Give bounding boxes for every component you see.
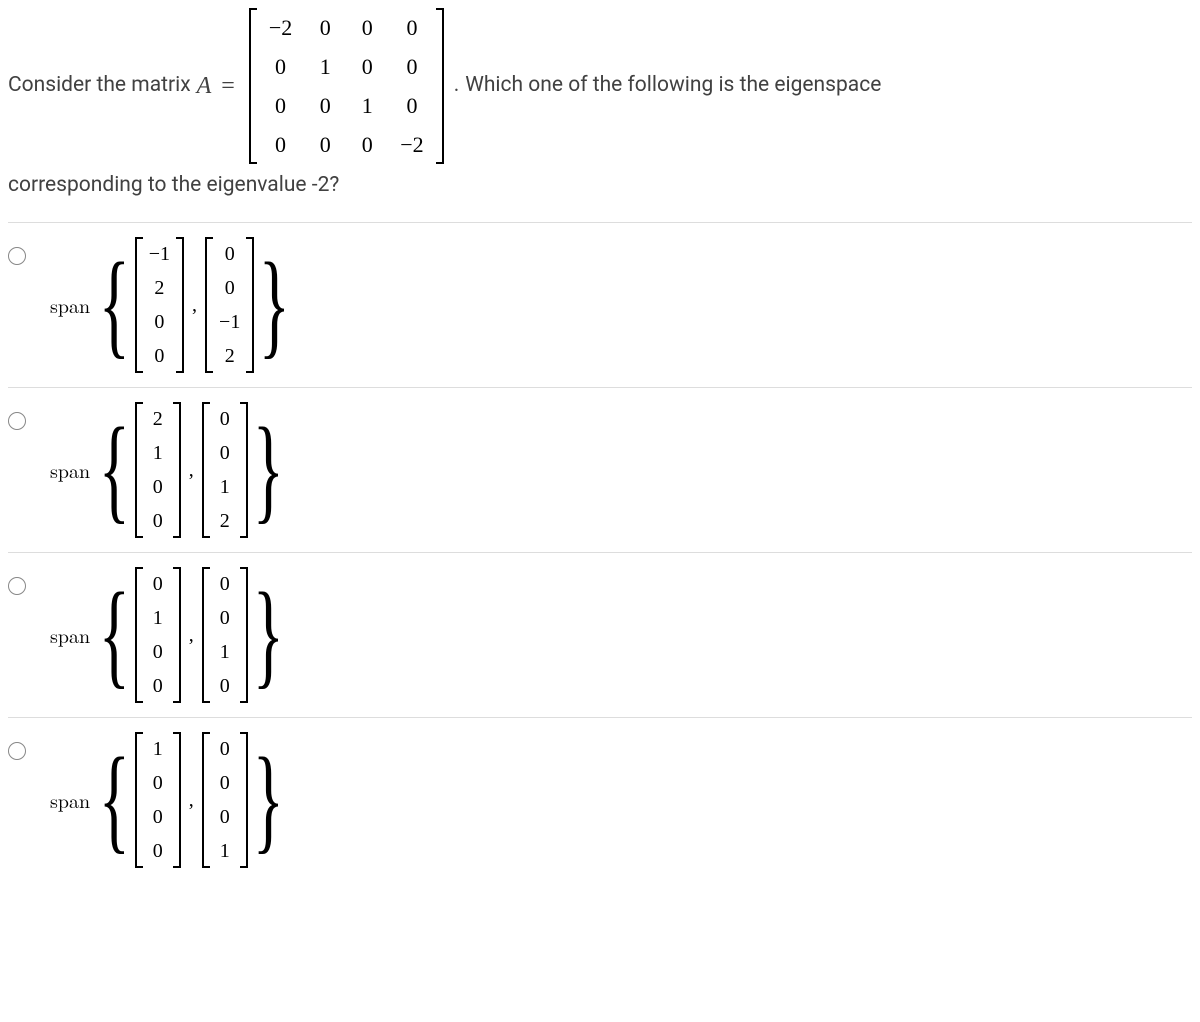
option-2-vector-2: 0012	[202, 402, 248, 538]
option-4-vector-2: 0001	[202, 732, 248, 868]
question-stem: Consider the matrix A = −2000 0100 0010 …	[8, 8, 1192, 202]
options-list: span { −1200 , 00−12 } span { 2100	[8, 222, 1192, 882]
option-1[interactable]: span { −1200 , 00−12 }	[8, 222, 1192, 387]
curly-left-icon: {	[99, 584, 130, 684]
comma: ,	[192, 290, 197, 320]
option-2-expr: span { 2100 , 0012 }	[50, 402, 284, 538]
span-label: span	[50, 455, 90, 485]
option-4-vector-1: 1000	[135, 732, 181, 868]
curly-right-icon: }	[253, 749, 284, 849]
matrix-A-table: −2000 0100 0010 000−2	[257, 8, 436, 164]
curly-left-icon: {	[99, 419, 130, 519]
question-period: .	[454, 70, 460, 102]
span-label: span	[50, 620, 90, 650]
question-rest: Which one of the following is the eigens…	[465, 70, 881, 102]
option-3-vector-1: 0100	[135, 567, 181, 703]
comma: ,	[189, 455, 194, 485]
matrix-A: −2000 0100 0010 000−2	[249, 8, 444, 164]
matrix-var: A	[197, 68, 212, 104]
radio-icon[interactable]	[8, 412, 26, 430]
equals-sign: =	[217, 68, 239, 104]
option-1-vector-1: −1200	[135, 237, 184, 373]
option-3[interactable]: span { 0100 , 0010 }	[8, 552, 1192, 717]
comma: ,	[189, 785, 194, 815]
radio-icon[interactable]	[8, 742, 26, 760]
option-1-expr: span { −1200 , 00−12 }	[50, 237, 291, 373]
comma: ,	[189, 620, 194, 650]
span-label: span	[50, 290, 90, 320]
question-prefix: Consider the matrix	[8, 70, 191, 102]
option-1-vector-2: 00−12	[205, 237, 254, 373]
option-3-vector-2: 0010	[202, 567, 248, 703]
curly-right-icon: }	[253, 584, 284, 684]
option-3-expr: span { 0100 , 0010 }	[50, 567, 284, 703]
option-4[interactable]: span { 1000 , 0001 }	[8, 717, 1192, 882]
span-label: span	[50, 785, 90, 815]
curly-right-icon: }	[259, 254, 290, 354]
question-line2: corresponding to the eigenvalue -2?	[8, 170, 1192, 202]
curly-right-icon: }	[253, 419, 284, 519]
radio-icon[interactable]	[8, 577, 26, 595]
option-2-vector-1: 2100	[135, 402, 181, 538]
curly-left-icon: {	[99, 254, 130, 354]
curly-left-icon: {	[99, 749, 130, 849]
option-2[interactable]: span { 2100 , 0012 }	[8, 387, 1192, 552]
option-4-expr: span { 1000 , 0001 }	[50, 732, 284, 868]
radio-icon[interactable]	[8, 247, 26, 265]
